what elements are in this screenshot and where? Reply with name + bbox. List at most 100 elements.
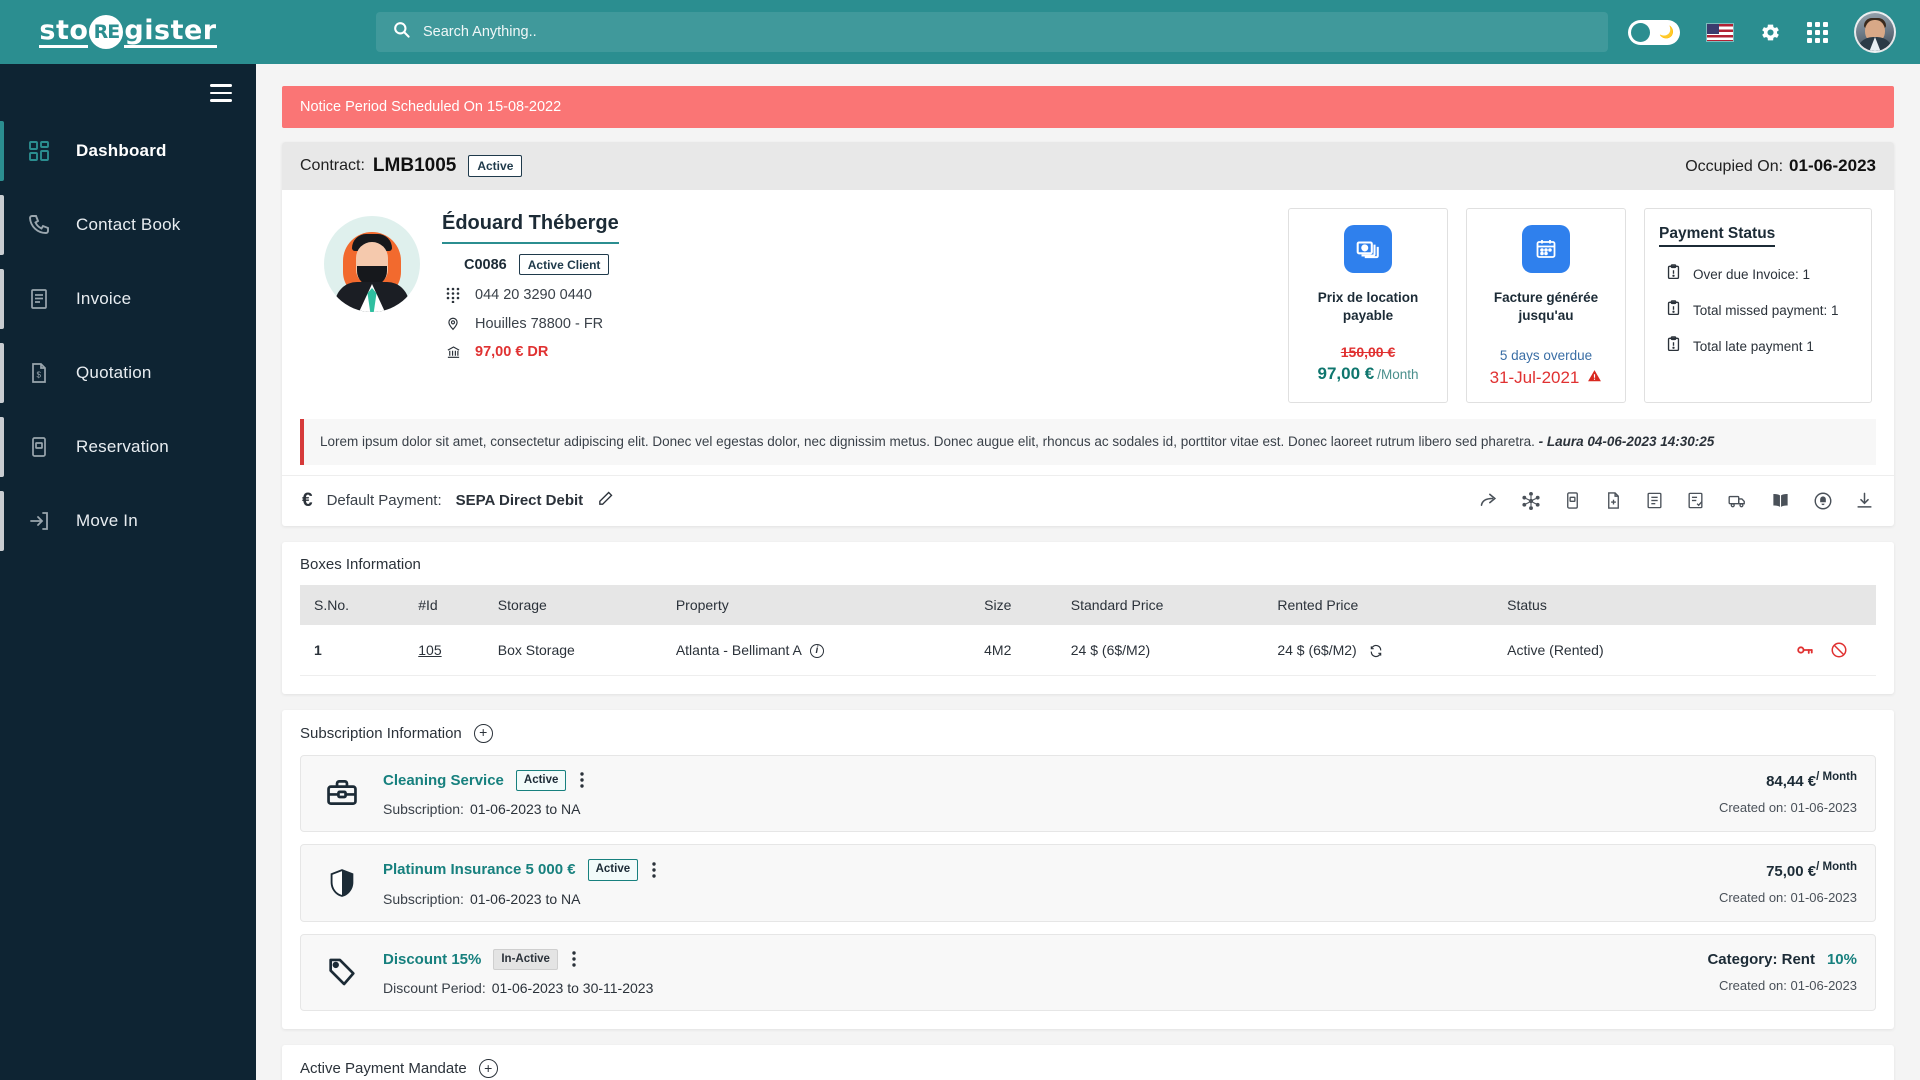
sidebar-item-move-in[interactable]: Move In [0,484,256,558]
cell-standard-price: 24 $ (6$/M2) [1060,624,1268,676]
logo-text-left: sto [39,14,89,48]
stat-new-price-row: 97,00 €/Month [1299,364,1437,384]
stat-cards: Prix de location payable 150,00 € 97,00 … [1288,208,1876,404]
occupied-date: 01-06-2023 [1789,156,1876,175]
th-size: Size [974,584,1061,625]
subscription-price-row: 84,44 €/ Month [1719,771,1857,790]
th-storage: Storage [487,584,666,625]
boxes-information-section: Boxes Information S.No. #Id Storage Prop… [282,541,1894,694]
info-icon[interactable]: i [809,643,824,658]
subscription-price-unit: / Month [1816,771,1857,784]
apps-grid-icon[interactable] [1807,21,1828,43]
edit-pencil-icon[interactable] [597,490,614,512]
client-address: Houilles 78800 - FR [475,315,604,332]
contract-status-badge: Active [468,155,523,177]
truck-icon[interactable] [1727,491,1748,510]
share-icon[interactable] [1479,491,1499,511]
subscription-item-head: Discount 15% In-Active [383,948,1707,971]
add-mandate-button[interactable]: + [478,1059,498,1079]
client-id-row: C0086 Active Client [442,254,619,276]
contract-card: Contract: LMB1005 Active Occupied On: 01-… [282,142,1894,526]
default-payment-row: € Default Payment: SEPA Direct Debit [282,474,1894,526]
active-payment-mandate-section: Active Payment Mandate + Card: XXXX 0004… [282,1045,1894,1080]
subscription-name[interactable]: Platinum Insurance 5 000 € [383,861,576,878]
user-avatar[interactable] [1854,11,1896,53]
sidebar-item-dashboard[interactable]: Dashboard [0,114,256,188]
euro-icon: € [302,489,313,511]
dark-mode-toggle[interactable]: 🌙 [1628,19,1680,45]
subscription-price: 84,44 € [1766,773,1817,791]
file-add-icon[interactable] [1604,491,1623,510]
subscription-item-cleaning-service: Cleaning Service Active Subscription: 01-… [300,754,1876,833]
sidebar-item-quotation[interactable]: $ Quotation [0,336,256,410]
subscription-item-body: Platinum Insurance 5 000 € Active Subscr… [383,859,1719,907]
subscription-price-unit: / Month [1816,860,1857,873]
us-flag-icon[interactable] [1706,22,1734,42]
sidebar-toggle-button[interactable] [210,84,232,102]
contract-label: Contract: [300,157,365,174]
table-header-row: S.No. #Id Storage Property Size Standard… [300,584,1876,625]
client-section: Édouard Théberge C0086 Active Client 044… [282,190,1894,409]
sidebar-item-invoice[interactable]: Invoice [0,262,256,336]
toggle-knob [1631,22,1650,42]
top-bar-actions: 🌙 [1628,11,1920,53]
search-input[interactable] [423,24,1592,40]
price-sync-icon[interactable] [1369,644,1383,658]
kebab-menu-icon[interactable] [572,951,576,968]
contract-action-toolbar [1479,491,1874,511]
search-bar[interactable] [376,12,1608,52]
sidebar-item-contact-book[interactable]: Contact Book [0,188,256,262]
subscription-name[interactable]: Cleaning Service [383,772,504,789]
block-icon[interactable] [1830,641,1848,659]
subscription-percent: 10% [1826,951,1857,969]
payment-status-text: Total missed payment: 1 [1693,303,1839,318]
logo[interactable]: sto RE gister [0,0,256,64]
download-icon[interactable] [1855,491,1874,510]
subscription-name[interactable]: Discount 15% [383,951,481,968]
box-id-link[interactable]: 105 [418,642,441,658]
reservation-icon[interactable] [1563,491,1582,510]
network-hub-icon[interactable] [1521,491,1541,511]
row-action-group [1721,641,1866,659]
active-payment-mandate-header: Active Payment Mandate + [300,1059,1876,1079]
svg-text:$: $ [37,370,42,379]
cell-sno: 1 [300,624,409,676]
table-row: 1 105 Box Storage Atlanta - Bellimant A i… [300,624,1876,676]
subscription-meta-label: Discount Period: [383,980,486,997]
book-icon[interactable] [1770,491,1791,510]
subscription-information-section: Subscription Information + Cleaning Serv… [282,709,1894,1030]
subscription-meta-value: 01-06-2023 to NA [469,801,581,818]
subscription-meta-label: Subscription: [383,801,464,818]
stat-date: 31-Jul-2021 [1489,368,1580,388]
phone-icon [26,212,52,238]
dashboard-icon [26,138,52,164]
payment-status-item: Over due Invoice: 1 [1659,263,1857,286]
subscription-status-badge: Active [515,769,567,792]
payment-status-item: Total missed payment: 1 [1659,299,1857,322]
bell-circle-icon[interactable] [1813,491,1833,511]
stat-price-unit: /Month [1377,367,1419,383]
cell-actions [1710,624,1876,676]
dialpad-icon [444,287,462,304]
money-stack-icon [1344,225,1392,273]
subscription-item-body: Discount 15% In-Active Discount Period: 0… [383,948,1707,997]
gear-icon[interactable] [1760,22,1781,43]
th-property: Property [665,584,975,625]
subscription-created: Created on: 01-06-2023 [1718,978,1857,994]
add-subscription-button[interactable]: + [473,723,493,743]
client-id: C0086 [464,256,507,273]
cell-size: 4M2 [974,624,1061,676]
sidebar-item-label: Reservation [76,436,169,456]
clipboard-alert-icon [1665,263,1682,286]
payment-status-card: Payment Status Over due Invoice: 1 Total… [1644,208,1872,404]
payment-status-title: Payment Status [1659,225,1776,247]
kebab-menu-icon[interactable] [580,772,585,789]
document-icon[interactable] [1645,491,1664,510]
subscription-meta-value: 01-06-2023 to 30-11-2023 [491,980,654,997]
kebab-menu-icon[interactable] [652,862,656,878]
subscription-item-meta: Subscription: 01-06-2023 to NA [383,891,1719,907]
sidebar-item-reservation[interactable]: Reservation [0,410,256,484]
reservation-icon [26,434,52,460]
key-icon[interactable] [1796,641,1814,659]
checklist-icon[interactable] [1686,491,1705,510]
